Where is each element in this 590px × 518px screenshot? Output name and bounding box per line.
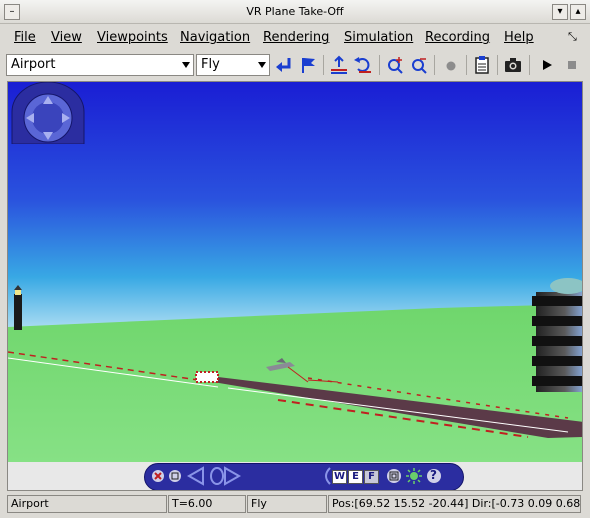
- chevron-down-icon: [258, 62, 266, 68]
- camera-icon[interactable]: [503, 55, 523, 75]
- control-tower: [532, 278, 582, 392]
- headlight-icon[interactable]: [406, 468, 422, 484]
- menu-file[interactable]: File: [14, 30, 36, 45]
- maximize-button[interactable]: ▴: [570, 4, 586, 20]
- toolbar-separator: [434, 55, 435, 75]
- help-label: ?: [430, 468, 437, 482]
- help-icon[interactable]: ?: [426, 468, 442, 484]
- status-position: Pos:[69.52 15.52 -20.44] Dir:[-0.73 0.09…: [328, 495, 581, 513]
- menu-view[interactable]: View: [51, 30, 82, 45]
- nav-dial[interactable]: [8, 82, 88, 144]
- title-bar: – VR Plane Take-Off ▾ ▴: [0, 0, 590, 24]
- clipboard-icon[interactable]: [472, 55, 492, 75]
- navmode-select[interactable]: Fly: [196, 54, 270, 76]
- menu-help[interactable]: Help: [504, 30, 534, 45]
- toolbar-separator: [497, 55, 498, 75]
- stop-icon[interactable]: [562, 55, 582, 75]
- navmode-select-value: Fly: [201, 57, 220, 72]
- scene: [8, 82, 582, 490]
- menu-navigation[interactable]: Navigation: [180, 30, 250, 45]
- play-icon[interactable]: [537, 55, 557, 75]
- zoom-out-icon[interactable]: [409, 55, 429, 75]
- toolbar-separator: [379, 55, 380, 75]
- menu-viewpoints[interactable]: Viewpoints: [97, 30, 168, 45]
- menu-rendering[interactable]: Rendering: [263, 30, 329, 45]
- sky: [8, 82, 582, 342]
- lighthouse: [14, 285, 22, 330]
- status-mode: Fly: [247, 495, 327, 513]
- status-viewpoint: Airport: [7, 495, 167, 513]
- 3d-viewport[interactable]: W E F ?: [7, 81, 583, 491]
- viewall-icon[interactable]: [386, 468, 402, 484]
- menu-simulation[interactable]: Simulation: [344, 30, 413, 45]
- toolbar: Airport Fly: [0, 52, 590, 78]
- return-arrow-icon[interactable]: [274, 55, 294, 75]
- undo-move-icon[interactable]: [353, 55, 373, 75]
- pan-right-icon[interactable]: [222, 466, 242, 486]
- walk-button[interactable]: W: [332, 470, 347, 484]
- menu-recording[interactable]: Recording: [425, 30, 490, 45]
- close-panel-icon[interactable]: [151, 469, 165, 483]
- viewpoint-select-value: Airport: [11, 57, 56, 72]
- zoom-in-icon[interactable]: [385, 55, 405, 75]
- viewpoint-select[interactable]: Airport: [6, 54, 194, 76]
- pan-left-icon[interactable]: [186, 466, 206, 486]
- status-bar: Airport T=6.00 Fly Pos:[69.52 15.52 -20.…: [0, 493, 590, 515]
- record-dot-icon[interactable]: [441, 55, 461, 75]
- toolbar-separator: [466, 55, 467, 75]
- examine-button[interactable]: E: [348, 470, 363, 484]
- fly-button[interactable]: F: [364, 470, 379, 484]
- detach-icon[interactable]: ⤡: [568, 30, 577, 44]
- minimize-panel-icon[interactable]: [168, 469, 182, 483]
- status-time: T=6.00: [168, 495, 246, 513]
- minimize-button[interactable]: ▾: [552, 4, 568, 20]
- menu-bar: File View Viewpoints Navigation Renderin…: [0, 26, 590, 50]
- chevron-down-icon: [182, 62, 190, 68]
- toolbar-separator: [529, 55, 530, 75]
- toolbar-separator: [323, 55, 324, 75]
- flag-icon[interactable]: [298, 55, 318, 75]
- straighten-up-icon[interactable]: [329, 55, 349, 75]
- window-title: VR Plane Take-Off: [246, 5, 344, 18]
